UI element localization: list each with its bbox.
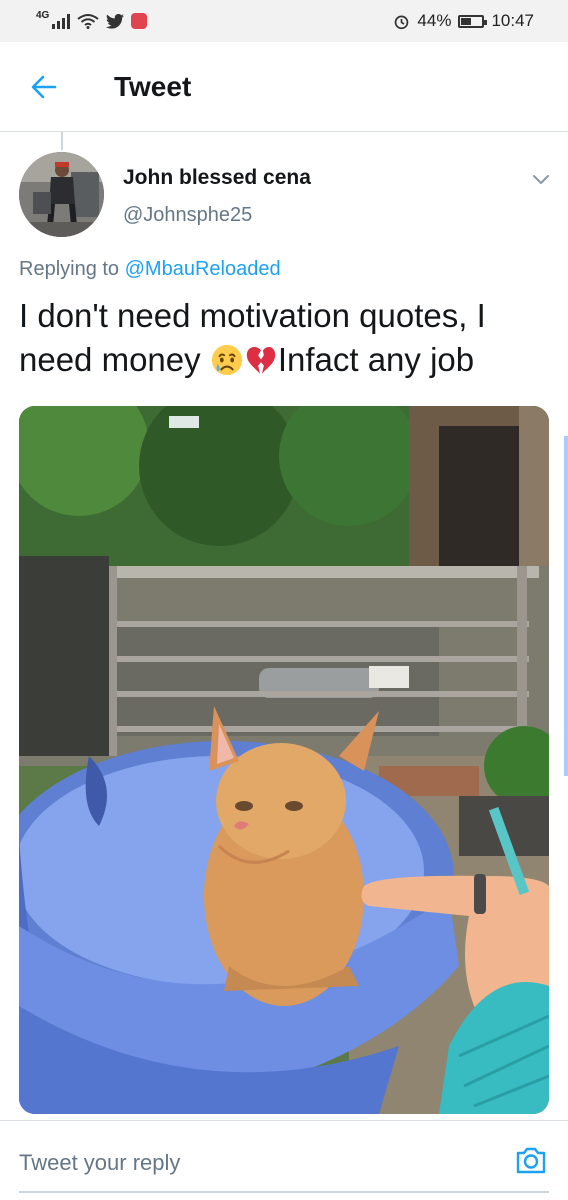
app-notification-icon — [131, 13, 148, 29]
scrollbar[interactable] — [564, 436, 568, 776]
reply-underline — [19, 1191, 549, 1193]
twitter-icon — [106, 13, 125, 29]
avatar[interactable] — [19, 152, 104, 237]
author-handle: @Johnsphe25 — [123, 204, 253, 226]
clock: 10:47 — [491, 11, 534, 30]
status-right: 44% 10:47 — [393, 11, 534, 31]
broken-heart-emoji — [246, 347, 275, 375]
tweet-photo[interactable] — [19, 406, 549, 1114]
reply-input[interactable] — [19, 1147, 489, 1179]
thread-connector — [61, 132, 63, 150]
author-name[interactable]: John blessed cena — [123, 166, 311, 190]
battery-percent: 44% — [417, 11, 452, 30]
arrow-left-icon — [31, 75, 57, 98]
back-button[interactable] — [20, 63, 68, 111]
sad-relieved-face-emoji — [211, 344, 242, 376]
wifi-icon — [77, 14, 99, 29]
reply-composer — [0, 1120, 568, 1200]
camera-icon[interactable] — [514, 1143, 548, 1177]
replying-to-mention[interactable]: @MbauReloaded — [125, 258, 281, 280]
tweet-header: John blessed cena @Johnsphe25 — [19, 152, 554, 242]
page-title: Tweet — [114, 70, 192, 102]
app-bar: Tweet — [0, 42, 568, 132]
tweet-text-part2: Infact any job — [277, 341, 475, 378]
replying-to: Replying to @MbauReloaded — [19, 258, 281, 281]
avatar-photo — [19, 152, 104, 237]
photo-kitten-in-basin — [19, 406, 549, 1114]
signal-icon — [52, 13, 71, 29]
network-type: 4G — [36, 9, 50, 21]
chevron-down-icon[interactable] — [528, 166, 554, 192]
battery-icon — [458, 14, 488, 28]
status-left: 4G — [36, 9, 148, 29]
status-bar: 4G 44% 10:47 — [0, 0, 568, 42]
alarm-icon — [395, 15, 409, 29]
battery-level-fill — [461, 17, 472, 25]
tweet-text: I don't need motivation quotes, I need m… — [19, 294, 554, 382]
replying-prefix: Replying to — [19, 258, 120, 280]
